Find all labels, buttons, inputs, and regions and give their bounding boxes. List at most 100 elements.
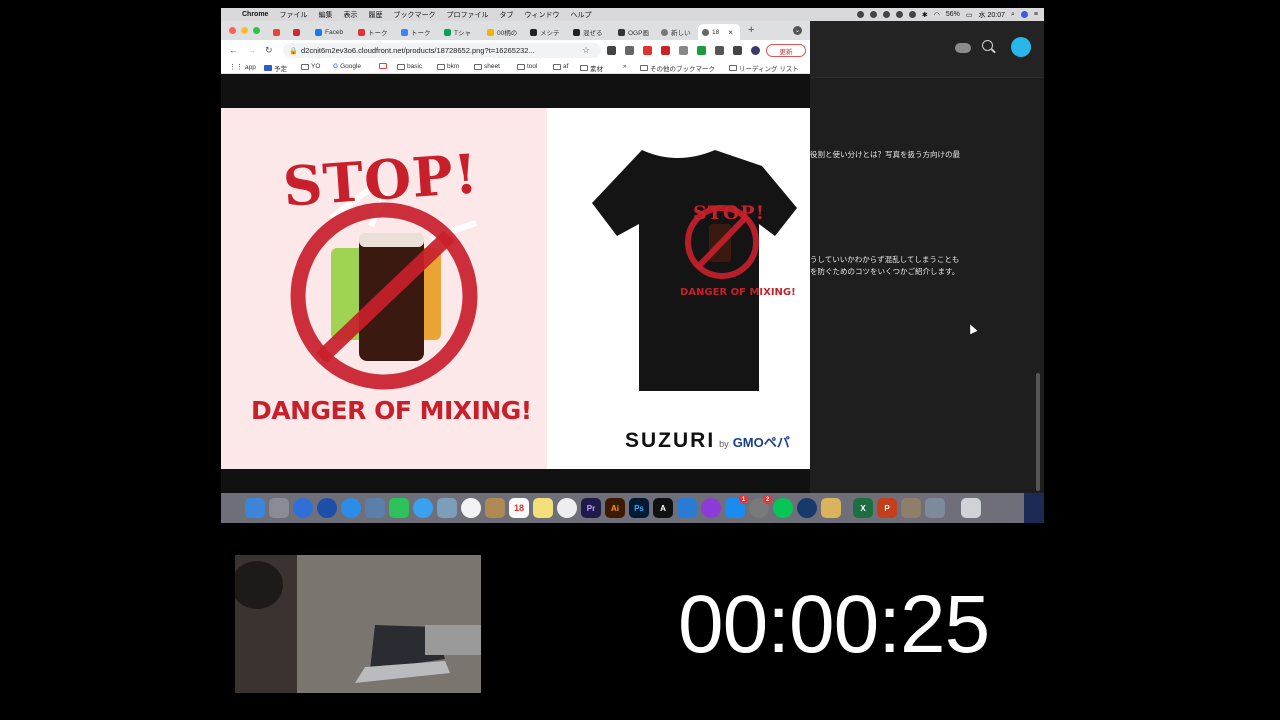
menu-profiles[interactable]: プロファイル: [446, 10, 488, 20]
forward-icon[interactable]: →: [247, 45, 256, 55]
calendar-icon[interactable]: 18: [509, 498, 529, 518]
extension-icon[interactable]: [607, 46, 616, 55]
podcasts-icon[interactable]: [701, 498, 721, 518]
tab-active-image[interactable]: 18 ×: [698, 24, 740, 40]
menu-window[interactable]: ウィンドウ: [524, 10, 559, 20]
address-bar[interactable]: 🔒 d2cnit6m2ev3o6.cloudfront.net/products…: [283, 43, 601, 58]
photoshop-icon[interactable]: Ps: [629, 498, 649, 518]
downloads-icon[interactable]: [925, 498, 945, 518]
bookmark-basic[interactable]: basic: [397, 63, 422, 70]
bookmark-reading-list[interactable]: リーディング リスト: [729, 63, 799, 73]
cloud-icon[interactable]: [955, 43, 971, 53]
extension-icon[interactable]: [697, 46, 706, 55]
trash-icon[interactable]: [961, 498, 981, 518]
acrobat-icon[interactable]: A: [653, 498, 673, 518]
back-icon[interactable]: ←: [229, 45, 238, 55]
system-preferences-icon[interactable]: 2: [749, 495, 772, 518]
bookmark-bkm[interactable]: bkm: [437, 63, 459, 70]
spotlight-icon[interactable]: ⌕: [1011, 11, 1015, 19]
notes-icon[interactable]: [533, 498, 553, 518]
app-store-icon[interactable]: 1: [725, 495, 748, 518]
bookmark-google[interactable]: G Google: [333, 63, 361, 70]
tab-talk-2[interactable]: トーク: [397, 24, 435, 40]
tab-search-icon[interactable]: ⌄: [793, 26, 802, 35]
search-icon[interactable]: [982, 40, 993, 51]
reading-list-icon[interactable]: [733, 46, 742, 55]
bookmark-other[interactable]: その他のブックマーク: [640, 63, 715, 73]
menu-file[interactable]: ファイル: [279, 10, 307, 20]
status-icon[interactable]: [895, 11, 903, 18]
document-icon[interactable]: [901, 498, 921, 518]
siri-icon[interactable]: [1020, 11, 1028, 18]
messages-icon[interactable]: [413, 498, 433, 518]
battery-icon[interactable]: ▭: [966, 11, 973, 19]
chrome-icon[interactable]: [557, 498, 577, 518]
bookmark-yo[interactable]: YO: [301, 63, 320, 70]
safari-icon[interactable]: [341, 498, 361, 518]
zoom-window-button[interactable]: [253, 27, 260, 34]
menu-tab[interactable]: タブ: [499, 10, 513, 20]
bookmark-star-icon[interactable]: ☆: [582, 45, 590, 55]
app-icon[interactable]: [317, 498, 337, 518]
tab-talk-1[interactable]: トーク: [354, 24, 392, 40]
battery-percent[interactable]: 56%: [946, 11, 960, 18]
new-tab-button[interactable]: +: [748, 24, 754, 36]
tab-drive[interactable]: 00柄の: [483, 24, 521, 40]
tab-pinned-gmail[interactable]: [269, 24, 285, 40]
close-window-button[interactable]: [229, 27, 236, 34]
puzzle-icon[interactable]: [715, 46, 724, 55]
status-icon[interactable]: [882, 11, 890, 18]
tab-pinned[interactable]: [289, 24, 305, 40]
bookmark-material[interactable]: 素材: [580, 63, 603, 73]
wifi-icon[interactable]: ◠: [934, 11, 940, 19]
quicktime-icon[interactable]: [797, 498, 817, 518]
profile-avatar-icon[interactable]: [751, 46, 760, 55]
status-icon[interactable]: [869, 11, 877, 18]
app-icon[interactable]: [293, 498, 313, 518]
maps-icon[interactable]: [437, 498, 457, 518]
excel-icon[interactable]: X: [853, 498, 873, 518]
tab-mixing[interactable]: 混ぜる: [569, 24, 609, 40]
bookmarks-overflow-button[interactable]: »: [623, 63, 627, 70]
tab-ogp[interactable]: OGP画: [614, 24, 652, 40]
bluetooth-icon[interactable]: ✱: [922, 11, 928, 19]
line-icon[interactable]: [773, 498, 793, 518]
finder-icon[interactable]: [245, 498, 265, 518]
close-tab-icon[interactable]: ×: [728, 28, 733, 37]
scrollbar-thumb[interactable]: [1036, 373, 1040, 491]
status-icon[interactable]: [856, 11, 864, 18]
contacts-icon[interactable]: [485, 498, 505, 518]
extension-icon[interactable]: [643, 46, 652, 55]
app-icon[interactable]: [821, 498, 841, 518]
photos-icon[interactable]: [461, 498, 481, 518]
menubar-app-name[interactable]: Chrome: [242, 11, 268, 18]
bookmark-schedule[interactable]: 予定: [264, 63, 287, 73]
premiere-icon[interactable]: Pr: [581, 498, 601, 518]
update-button[interactable]: 更新: [766, 44, 806, 57]
tab-meshi[interactable]: メシテ: [526, 24, 564, 40]
minimize-window-button[interactable]: [241, 27, 248, 34]
illustrator-icon[interactable]: Ai: [605, 498, 625, 518]
control-center-icon[interactable]: ≡: [1034, 11, 1038, 18]
avatar[interactable]: [1011, 37, 1031, 57]
menu-history[interactable]: 履歴: [368, 10, 382, 20]
menu-view[interactable]: 表示: [343, 10, 357, 20]
bookmark-tool[interactable]: tool: [517, 63, 537, 70]
menu-edit[interactable]: 編集: [318, 10, 332, 20]
extension-icon[interactable]: [679, 46, 688, 55]
bookmark-app[interactable]: ⋮⋮ app: [229, 63, 256, 72]
vscode-icon[interactable]: [677, 498, 697, 518]
tab-facebook[interactable]: Faceb: [311, 24, 349, 40]
extension-icon[interactable]: [661, 46, 670, 55]
bookmark-af[interactable]: af: [553, 63, 568, 70]
bookmark-gmail[interactable]: [379, 63, 387, 69]
status-icon[interactable]: [908, 11, 916, 18]
extension-icon[interactable]: [625, 46, 634, 55]
tab-new[interactable]: 新しい: [657, 24, 695, 40]
facetime-icon[interactable]: [389, 498, 409, 518]
menubar-clock[interactable]: 水 20:07: [979, 10, 1005, 20]
reload-icon[interactable]: ↻: [265, 45, 273, 55]
tab-tshirt[interactable]: Tシャ: [440, 24, 478, 40]
launchpad-icon[interactable]: [269, 498, 289, 518]
preview-icon[interactable]: [365, 498, 385, 518]
